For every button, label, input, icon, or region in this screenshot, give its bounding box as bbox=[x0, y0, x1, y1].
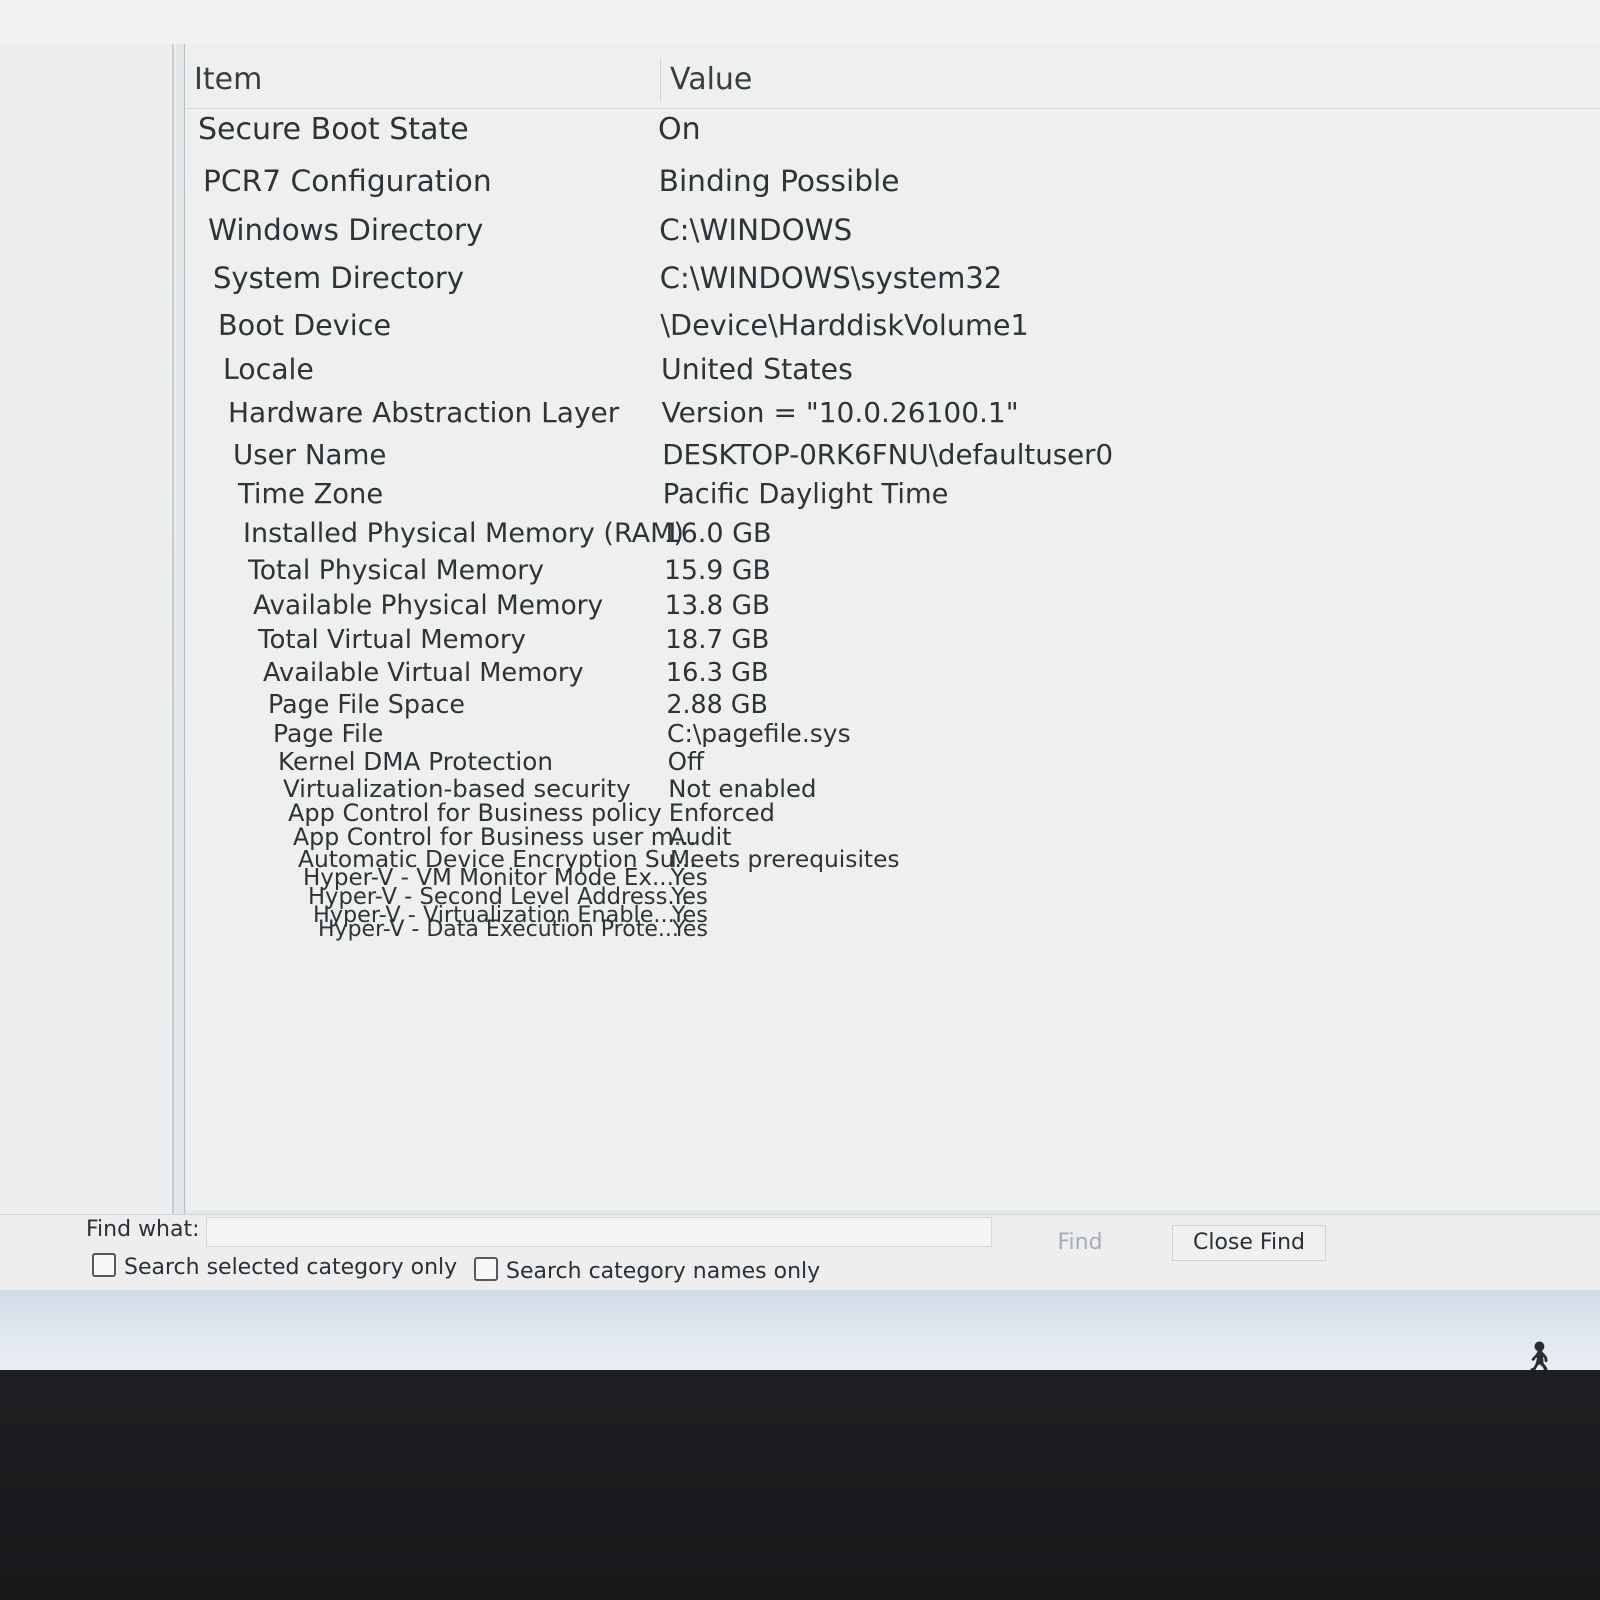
row-value: United States bbox=[661, 352, 853, 386]
row-item-label: Available Physical Memory bbox=[253, 591, 604, 622]
row-value: 2.88 GB bbox=[666, 689, 768, 720]
row-item-label: User Name bbox=[233, 438, 387, 472]
checkbox-icon[interactable] bbox=[92, 1253, 116, 1277]
window-top-strip bbox=[0, 0, 1600, 44]
row-value: Binding Possible bbox=[658, 163, 900, 199]
system-information-window: Item Value Secure Boot State On PCR7 Confi… bbox=[0, 0, 1600, 1375]
category-tree-pane[interactable] bbox=[0, 44, 174, 1214]
column-header-value[interactable]: Value bbox=[670, 62, 752, 97]
row-item-label: Total Physical Memory bbox=[248, 555, 545, 587]
row-item-label: Available Virtual Memory bbox=[263, 658, 584, 689]
row-value: C:\WINDOWS\system32 bbox=[659, 261, 1003, 296]
column-header-item[interactable]: Item bbox=[194, 62, 262, 97]
row-value: 18.7 GB bbox=[665, 625, 770, 656]
row-item-label: Windows Directory bbox=[208, 212, 484, 247]
row-item-label: PCR7 Configuration bbox=[203, 163, 492, 199]
details-list-view: Item Value Secure Boot State On PCR7 Confi… bbox=[186, 50, 1600, 1210]
search-category-names-checkbox[interactable]: Search category names only bbox=[474, 1257, 820, 1284]
monitor-bezel bbox=[0, 1370, 1600, 1600]
checkbox-icon[interactable] bbox=[474, 1257, 498, 1281]
pane-splitter[interactable] bbox=[176, 44, 185, 1214]
row-value: C:\pagefile.sys bbox=[667, 719, 851, 749]
row-item-label: Secure Boot State bbox=[198, 112, 469, 147]
search-selected-category-checkbox[interactable]: Search selected category only bbox=[92, 1253, 457, 1280]
row-item-label: Page File Space bbox=[268, 689, 465, 720]
row-item-label: Hyper-V - Data Execution Prote... bbox=[318, 917, 679, 943]
row-value: Yes bbox=[672, 917, 708, 943]
find-what-label: Find what: bbox=[86, 1217, 200, 1242]
row-item-label: Time Zone bbox=[238, 478, 384, 510]
row-value: \Device\HarddiskVolume1 bbox=[660, 307, 1029, 342]
search-selected-category-label: Search selected category only bbox=[124, 1255, 458, 1280]
find-button[interactable]: Find bbox=[1014, 1225, 1146, 1261]
row-item-label: Kernel DMA Protection bbox=[278, 747, 553, 777]
close-find-button[interactable]: Close Find bbox=[1172, 1225, 1326, 1261]
row-value: Pacific Daylight Time bbox=[662, 478, 949, 510]
row-item-label: Boot Device bbox=[218, 307, 392, 342]
find-bar: Find what: Find Close Find Search select… bbox=[0, 1214, 1600, 1291]
list-header: Item Value bbox=[186, 50, 1600, 109]
row-value: Version = "10.0.26100.1" bbox=[661, 396, 1019, 430]
taskbar-band bbox=[0, 1290, 1600, 1370]
row-value: Off bbox=[667, 747, 704, 777]
row-item-label: Hardware Abstraction Layer bbox=[228, 396, 620, 430]
row-item-label: System Directory bbox=[213, 261, 465, 296]
row-value: 15.9 GB bbox=[664, 555, 771, 587]
row-value: C:\WINDOWS bbox=[659, 212, 853, 247]
row-value: 16.0 GB bbox=[663, 517, 772, 549]
row-item-label: Page File bbox=[273, 719, 384, 749]
row-value: DESKTOP-0RK6FNU\defaultuser0 bbox=[662, 438, 1114, 472]
search-category-names-label: Search category names only bbox=[506, 1259, 821, 1284]
row-value: 16.3 GB bbox=[665, 658, 769, 689]
row-value: 13.8 GB bbox=[664, 591, 771, 622]
row-value: On bbox=[658, 112, 701, 147]
row-item-label: Installed Physical Memory (RAM) bbox=[243, 517, 684, 549]
row-item-label: Total Virtual Memory bbox=[258, 625, 526, 656]
find-what-input[interactable] bbox=[206, 1217, 992, 1247]
row-item-label: Locale bbox=[223, 352, 314, 386]
column-divider[interactable] bbox=[660, 58, 661, 102]
